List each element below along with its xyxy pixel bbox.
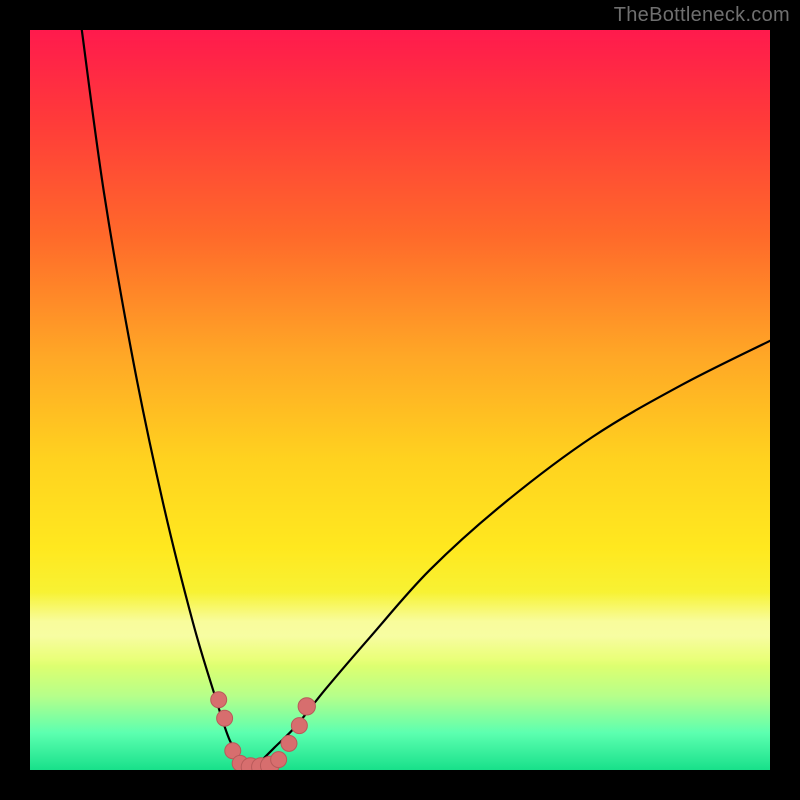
bottleneck-curve bbox=[82, 30, 770, 770]
marker-dot bbox=[211, 692, 227, 708]
chart-frame: TheBottleneck.com bbox=[0, 0, 800, 800]
watermark-text: TheBottleneck.com bbox=[614, 4, 790, 27]
plot-area bbox=[30, 30, 770, 770]
marker-dot bbox=[217, 710, 233, 726]
marker-dot bbox=[291, 718, 307, 734]
marker-dot bbox=[281, 735, 297, 751]
chart-svg bbox=[30, 30, 770, 770]
marker-dot bbox=[271, 752, 287, 768]
marker-dot bbox=[298, 698, 315, 715]
